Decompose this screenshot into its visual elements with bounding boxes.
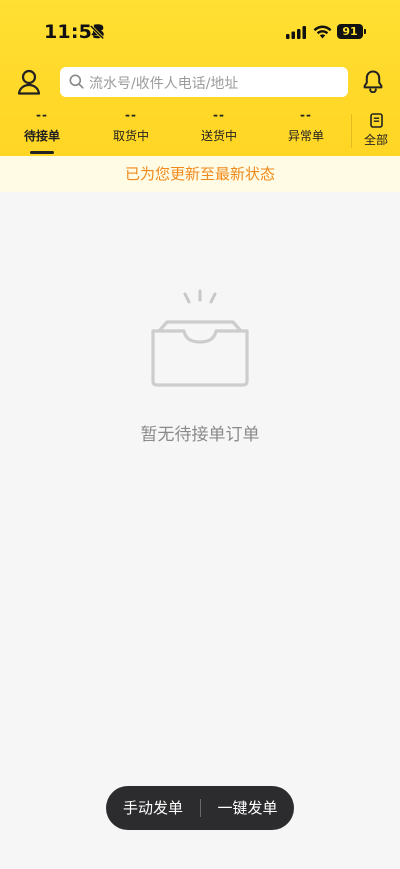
search-icon <box>69 74 84 89</box>
refresh-notice: 已为您更新至最新状态 <box>0 156 400 192</box>
tab-label: 取货中 <box>112 129 149 143</box>
tab-count: -- <box>213 108 225 122</box>
manual-dispatch-button[interactable]: 手动发单 <box>106 786 200 830</box>
battery-icon: 91 <box>337 24 363 39</box>
tab-picking-up[interactable]: -- 取货中 <box>96 108 166 156</box>
empty-state-text: 暂无待接单订单 <box>140 425 260 445</box>
empty-tray-icon <box>151 289 249 387</box>
search-input[interactable]: 流水号/收件人电话/地址 <box>60 67 348 97</box>
tab-all[interactable]: 全部 <box>356 113 396 153</box>
battery-tip <box>364 29 366 34</box>
tab-delivering[interactable]: -- 送货中 <box>184 108 254 156</box>
tab-label: 异常单 <box>287 129 324 143</box>
tab-pending[interactable]: -- 待接单 <box>7 108 77 156</box>
wifi-icon <box>313 25 332 39</box>
tab-label: 送货中 <box>200 129 237 143</box>
bell-slash-icon <box>89 24 105 40</box>
tab-count: -- <box>300 108 312 122</box>
tab-divider <box>351 114 352 148</box>
tab-count: -- <box>125 108 137 122</box>
tab-label: 待接单 <box>23 129 60 143</box>
tab-count: -- <box>36 108 48 122</box>
bell-icon[interactable] <box>362 69 384 93</box>
document-icon <box>369 113 383 128</box>
order-status-tabs: -- 待接单 -- 取货中 -- 送货中 -- 异常单 全部 <box>0 108 400 156</box>
dispatch-bar: 手动发单 一键发单 <box>106 786 294 830</box>
tab-all-label: 全部 <box>363 133 388 147</box>
status-bar: 11:53 91 <box>0 0 400 62</box>
one-click-dispatch-button[interactable]: 一键发单 <box>201 786 294 830</box>
app-header: 11:53 91 流水号/收件人电话/地址 -- 待接单 -- 取货中 -- 送… <box>0 0 400 156</box>
tab-exception[interactable]: -- 异常单 <box>271 108 341 156</box>
active-tab-indicator <box>30 151 54 154</box>
signal-icon <box>286 26 306 39</box>
person-icon[interactable] <box>17 69 41 95</box>
search-placeholder: 流水号/收件人电话/地址 <box>89 76 239 92</box>
